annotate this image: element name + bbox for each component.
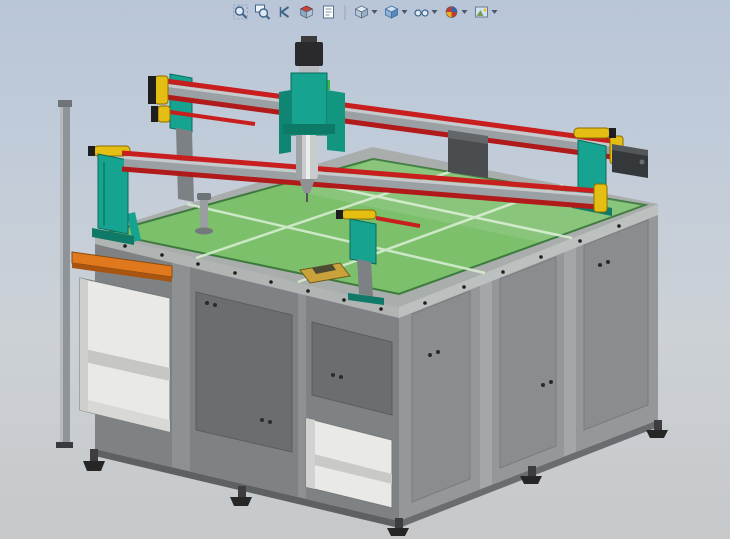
drawing-view-icon — [321, 4, 337, 20]
toolbar-separator — [345, 5, 346, 20]
edit-appearance-button[interactable] — [442, 3, 470, 21]
edit-appearance-icon — [444, 4, 460, 20]
chevron-down-icon[interactable] — [492, 10, 498, 14]
display-style-button[interactable] — [382, 3, 410, 21]
previous-view-icon — [277, 4, 293, 20]
zoom-to-fit-button[interactable] — [231, 3, 251, 21]
chevron-down-icon[interactable] — [372, 10, 378, 14]
left-support-pole — [56, 100, 73, 448]
section-view-icon — [299, 4, 315, 20]
open-compartment-left — [80, 278, 170, 432]
apply-scene-icon — [474, 4, 490, 20]
chevron-down-icon[interactable] — [462, 10, 468, 14]
cad-model-canvas[interactable] — [0, 0, 730, 539]
drawing-view-button[interactable] — [319, 3, 339, 21]
display-style-icon — [384, 4, 400, 20]
zoom-to-area-icon — [255, 4, 271, 20]
stepper-motor — [295, 42, 323, 66]
zoom-to-fit-icon — [233, 4, 249, 20]
drive-motor — [612, 144, 648, 178]
apply-scene-button[interactable] — [472, 3, 500, 21]
heads-up-toolbar — [231, 2, 500, 22]
previous-view-button[interactable] — [275, 3, 295, 21]
chevron-down-icon[interactable] — [432, 10, 438, 14]
hide-show-items-button[interactable] — [412, 3, 440, 21]
rail-carriage — [448, 130, 488, 178]
view-orientation-icon — [354, 4, 370, 20]
chevron-down-icon[interactable] — [402, 10, 408, 14]
zoom-to-area-button[interactable] — [253, 3, 273, 21]
cad-application-viewport — [0, 0, 730, 539]
view-orientation-button[interactable] — [352, 3, 380, 21]
hide-show-items-icon — [414, 4, 430, 20]
section-view-button[interactable] — [297, 3, 317, 21]
